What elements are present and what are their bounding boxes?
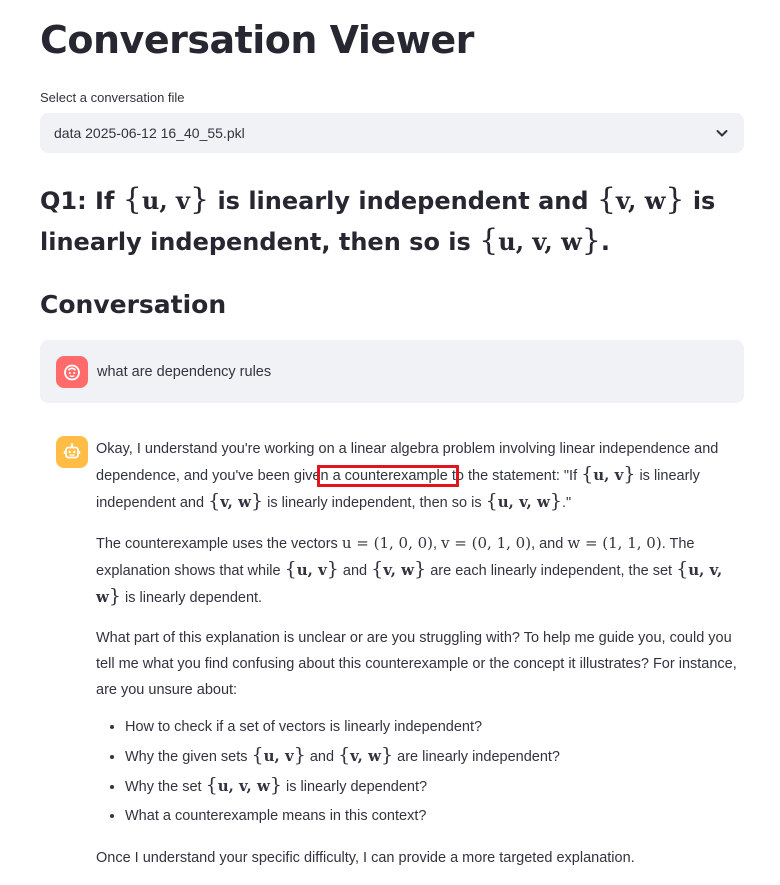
assistant-paragraph-3: What part of this explanation is unclear… — [96, 630, 737, 698]
b2-text-b: are linearly independent? — [397, 749, 560, 765]
file-select[interactable]: data 2025-06-12 16_40_55.pkl — [40, 113, 744, 153]
question-list: How to check if a set of vectors is line… — [96, 713, 746, 831]
user-message-text: what are dependency rules — [97, 363, 272, 380]
math-set-uv: u, v — [593, 466, 624, 484]
robot-icon — [63, 443, 81, 459]
chevron-down-icon[interactable] — [714, 125, 730, 141]
math-set-uv: u, v — [296, 561, 327, 579]
page-title: Conversation Viewer — [40, 18, 474, 62]
question-prefix: Q1: If — [40, 187, 115, 215]
file-select-label: Select a conversation file — [40, 90, 185, 105]
highlighted-text: n a counterexample t — [317, 465, 459, 487]
list-item: Why the given sets {u, v} and {v, w} are… — [125, 742, 746, 772]
math-set-uvw: u, v, w — [498, 227, 582, 256]
math-vector-w: w = (1, 1, 0) — [567, 534, 662, 552]
math-vector-v: v = (0, 1, 0) — [441, 534, 532, 552]
conversation-heading: Conversation — [40, 290, 227, 319]
app-page: Conversation Viewer Select a conversatio… — [0, 0, 780, 870]
assistant-paragraph-4: Once I understand your specific difficul… — [96, 850, 635, 866]
math-set-vw: v, w — [350, 747, 382, 765]
math-set-uv: u, v — [263, 747, 294, 765]
assistant-avatar — [56, 436, 88, 468]
p2-text-d: is linearly dependent. — [125, 590, 263, 606]
user-avatar — [56, 355, 88, 388]
p2-and: , and — [531, 536, 564, 552]
p1-text-e: ." — [562, 495, 572, 511]
list-item: How to check if a set of vectors is line… — [125, 713, 746, 742]
math-vector-u: u = (1, 0, 0) — [341, 534, 433, 552]
list-item: Why the set {u, v, w} is linearly depend… — [125, 772, 746, 802]
b2-and: and — [309, 749, 335, 765]
math-set-vw: v, w — [616, 186, 666, 215]
user-message: what are dependency rules — [40, 340, 744, 403]
math-set-vw: v, w — [220, 493, 252, 511]
assistant-paragraph-1: Okay, I understand you're working on a l… — [96, 441, 719, 512]
math-set-uv: u, v — [141, 186, 190, 215]
p1-text-b: o the statement: "If — [455, 468, 578, 484]
b3-text-a: Why the set — [125, 779, 202, 795]
p2-text-c: are each linearly independent, the set — [430, 563, 673, 579]
user-face-icon — [64, 364, 80, 380]
question-end: . — [600, 228, 610, 256]
assistant-paragraph-2: The counterexample uses the vectors u = … — [96, 534, 723, 607]
p2-and-2: and — [342, 563, 368, 579]
question-heading: Q1: If {u, v} is linearly independent an… — [40, 182, 716, 258]
p1-text-d: is linearly independent, then so is — [267, 495, 482, 511]
list-item: What a counterexample means in this cont… — [125, 802, 746, 831]
math-set-vw: v, w — [383, 561, 415, 579]
b2-text-a: Why the given sets — [125, 749, 248, 765]
assistant-message-body: Okay, I understand you're working on a l… — [96, 436, 746, 885]
b3-text-b: is linearly dependent? — [286, 779, 428, 795]
p2-text-a: The counterexample uses the vectors — [96, 536, 338, 552]
file-select-value: data 2025-06-12 16_40_55.pkl — [54, 125, 245, 141]
math-set-uvw: u, v, w — [217, 777, 270, 795]
math-set-uvw: u, v, w — [497, 493, 550, 511]
question-text-1: is linearly independent and — [217, 187, 589, 215]
